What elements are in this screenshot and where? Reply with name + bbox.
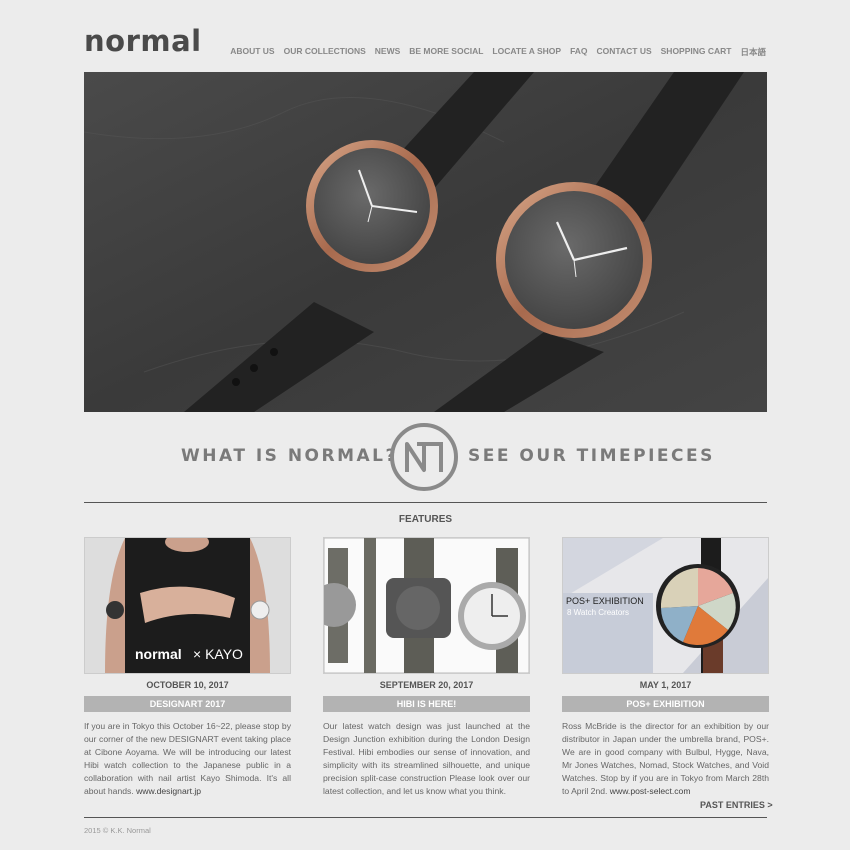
- card-image-caption-pos: POS+ EXHIBITION: [566, 596, 644, 606]
- what-is-normal-link[interactable]: WHAT IS NORMAL?: [181, 446, 398, 466]
- feature-image-designart[interactable]: normal × KAYO: [84, 537, 291, 674]
- feature-image-hibi[interactable]: [323, 537, 530, 674]
- features-heading: FEATURES: [398, 514, 453, 525]
- nav-our-collections[interactable]: OUR COLLECTIONS: [284, 46, 366, 58]
- hero-image[interactable]: [84, 72, 767, 412]
- footer-divider: [84, 817, 767, 818]
- brand-logo[interactable]: normal: [84, 24, 202, 58]
- nav-shopping-cart[interactable]: SHOPPING CART: [661, 46, 732, 58]
- feature-date: MAY 1, 2017: [639, 680, 692, 690]
- feature-body-text: If you are in Tokyo this October 16~22, …: [84, 721, 291, 796]
- nav-news[interactable]: NEWS: [375, 46, 401, 58]
- nav-faq[interactable]: FAQ: [570, 46, 587, 58]
- feature-card-hibi: SEPTEMBER 20, 2017 HIBI IS HERE! Our lat…: [323, 537, 530, 798]
- feature-card-designart: normal × KAYO OCTOBER 10, 2017 DESIGNART…: [84, 537, 291, 798]
- feature-date: OCTOBER 10, 2017: [146, 680, 229, 690]
- nav-be-more-social[interactable]: BE MORE SOCIAL: [409, 46, 483, 58]
- feature-date: SEPTEMBER 20, 2017: [379, 680, 474, 690]
- see-our-timepieces-link[interactable]: SEE OUR TIMEPIECES: [468, 446, 715, 466]
- feature-body: Our latest watch design was just launche…: [323, 720, 530, 798]
- post-select-link[interactable]: www.post-select.com: [610, 786, 691, 796]
- feature-card-pos: POS+ EXHIBITION 8 Watch Creators MAY 1, …: [562, 537, 769, 798]
- nav-japanese[interactable]: 日本語: [740, 46, 766, 58]
- nav-locate-a-shop[interactable]: LOCATE A SHOP: [492, 46, 561, 58]
- footer-copyright: 2015 © K.K. Normal: [84, 826, 151, 835]
- feature-body: Ross McBride is the director for an exhi…: [562, 720, 769, 798]
- nav-contact-us[interactable]: CONTACT US: [597, 46, 652, 58]
- feature-body-text: Our latest watch design was just launche…: [323, 721, 530, 796]
- past-entries-link[interactable]: PAST ENTRIES >: [700, 800, 773, 810]
- card-image-caption-kayo: × KAYO: [193, 646, 243, 662]
- feature-body: If you are in Tokyo this October 16~22, …: [84, 720, 291, 798]
- designart-link[interactable]: www.designart.jp: [136, 786, 201, 796]
- tagline-row: WHAT IS NORMAL? SEE OUR TIMEPIECES: [84, 422, 767, 492]
- card-image-caption-normal: normal: [135, 646, 182, 662]
- card-image-caption-creators: 8 Watch Creators: [567, 608, 629, 617]
- main-nav: ABOUT US OUR COLLECTIONS NEWS BE MORE SO…: [230, 46, 766, 58]
- feature-image-pos[interactable]: POS+ EXHIBITION 8 Watch Creators: [562, 537, 769, 674]
- feature-body-text: Ross McBride is the director for an exhi…: [562, 721, 769, 796]
- feature-title[interactable]: DESIGNART 2017: [84, 696, 291, 712]
- divider: [84, 502, 767, 503]
- normal-emblem-icon[interactable]: [389, 422, 459, 492]
- feature-title[interactable]: POS+ EXHIBITION: [562, 696, 769, 712]
- hero-watches-photo: [84, 72, 767, 412]
- feature-title[interactable]: HIBI IS HERE!: [323, 696, 530, 712]
- nav-about-us[interactable]: ABOUT US: [230, 46, 274, 58]
